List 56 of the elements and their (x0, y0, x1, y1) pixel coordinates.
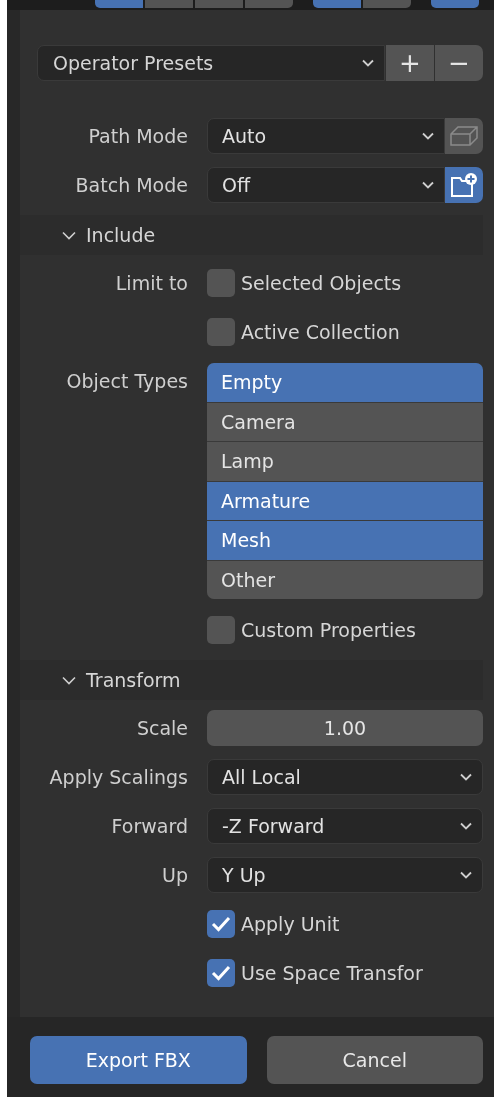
field-label: Apply Scalings (49, 765, 188, 790)
toolbar-button[interactable] (245, 0, 293, 8)
list-item[interactable]: Mesh (207, 521, 483, 560)
panel-header[interactable]: Transform (20, 660, 483, 700)
dropdown[interactable]: All Local (207, 759, 483, 795)
presets-dropdown[interactable]: Operator Presets (37, 45, 385, 81)
chevron-icon (62, 675, 76, 685)
check-icon (211, 916, 231, 932)
cancel-button[interactable]: Cancel (266, 1036, 483, 1084)
chevron-icon (62, 230, 76, 240)
checkbox-label: Active Collection (241, 321, 400, 343)
checkbox-label: Selected Objects (241, 272, 402, 294)
dropdown[interactable]: Off (207, 167, 445, 203)
toolbar-button[interactable] (431, 0, 479, 8)
remove-button[interactable]: − (435, 45, 483, 81)
toolbar-button[interactable] (95, 0, 143, 8)
field-label: Batch Mode (75, 173, 188, 198)
toggle-button[interactable] (445, 167, 483, 203)
folder-add-icon (450, 172, 478, 198)
list-item[interactable]: Armature (207, 481, 483, 520)
checkbox-label: Use Space Transfor (241, 962, 423, 984)
dropdown[interactable]: Auto (207, 118, 445, 154)
checkbox[interactable] (207, 318, 235, 346)
checkbox-label: Custom Properties (241, 619, 416, 641)
field-label: Scale (136, 716, 188, 741)
checkbox-label: Apply Unit (241, 913, 340, 935)
add-button[interactable]: + (386, 45, 434, 81)
panel-header[interactable]: Include (20, 215, 483, 255)
field-label: Forward (111, 814, 188, 839)
checkbox[interactable] (207, 616, 235, 644)
chevron-icon (460, 773, 472, 781)
field-label: Up (162, 863, 188, 888)
chevron-icon (422, 181, 434, 189)
toggle-button[interactable] (445, 118, 483, 154)
field-label: Limit to (115, 271, 188, 296)
checkbox[interactable] (207, 910, 235, 938)
list-item[interactable]: Lamp (207, 442, 483, 481)
list-item[interactable]: Empty (207, 363, 483, 402)
box-icon (449, 125, 479, 147)
number-field[interactable]: 1.00 (207, 710, 483, 746)
check-icon (211, 965, 231, 981)
chevron-icon (362, 59, 374, 67)
chevron-icon (460, 822, 472, 830)
checkbox[interactable] (207, 959, 235, 987)
list-item[interactable]: Other (207, 560, 483, 599)
toolbar-button[interactable] (363, 0, 411, 8)
dropdown[interactable]: -Z Forward (207, 808, 483, 844)
chevron-icon (460, 871, 472, 879)
field-label: Path Mode (88, 124, 188, 149)
dropdown[interactable]: Y Up (207, 857, 483, 893)
checkbox[interactable] (207, 269, 235, 297)
chevron-icon (422, 132, 434, 140)
toolbar-button[interactable] (313, 0, 361, 8)
field-label: Object Types (66, 369, 188, 394)
export-button[interactable]: Export FBX (30, 1036, 247, 1084)
list-item[interactable]: Camera (207, 402, 483, 441)
